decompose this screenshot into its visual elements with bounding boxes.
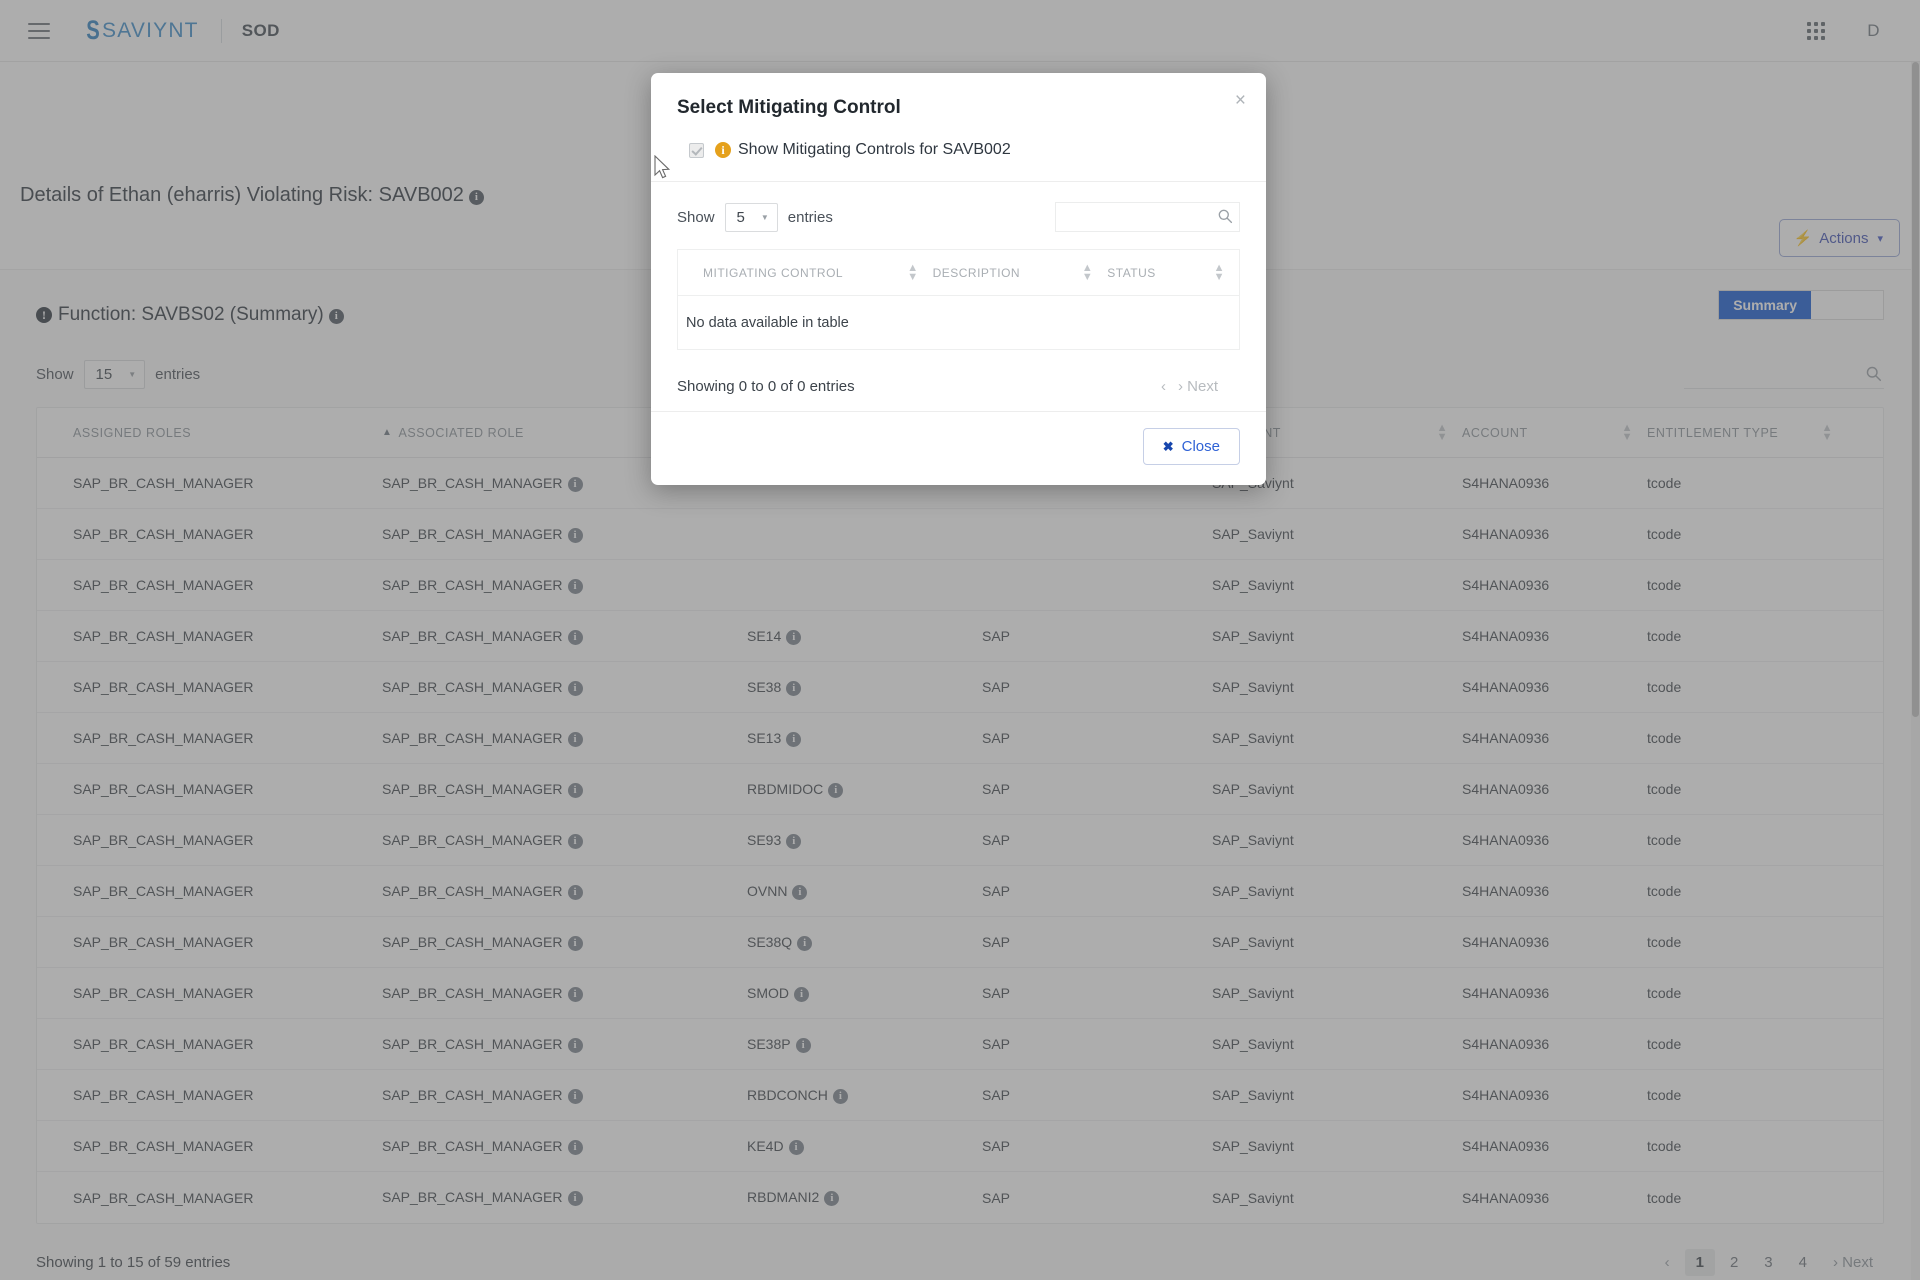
column-label: STATUS [1107,265,1156,280]
dialog-footer: ✖ Close [651,411,1266,485]
app-root: S SAVIYNT SOD D Details of Ethan (eharri… [0,0,1920,1280]
dialog-pagination: ‹ › Next [1161,378,1240,395]
dialog-table-header-row: MITIGATING CONTROL ▲ ▼ DESCRIPTION ▲ ▼ STA… [678,250,1239,296]
dialog-show-entries-control: Show 5 ▼ entries [677,202,833,232]
dialog-show-label: Show [677,208,715,226]
search-icon[interactable] [1217,208,1233,229]
dialog-page-size-select[interactable]: 5 ▼ [724,202,778,232]
info-amber-icon[interactable]: i [715,142,731,158]
column-header-status[interactable]: STATUS ▲ ▼ [1107,262,1239,282]
column-header-description[interactable]: DESCRIPTION ▲ ▼ [932,262,1108,282]
column-label: DESCRIPTION [932,265,1021,280]
dialog-search-input[interactable] [1055,202,1240,232]
mitigating-controls-table: MITIGATING CONTROL ▲ ▼ DESCRIPTION ▲ ▼ STA… [677,249,1240,350]
mouse-cursor [654,154,673,187]
checkbox-label-text: Show Mitigating Controls for SAVB002 [738,141,1011,158]
dialog-table-footer: Showing 0 to 0 of 0 entries ‹ › Next [677,378,1240,401]
chevron-down-icon: ▼ [760,212,769,222]
dialog-body: Show 5 ▼ entries MITIGATING CONTROL ▲ ▼ … [651,181,1266,411]
dialog-pagination-prev[interactable]: ‹ [1161,378,1166,395]
sort-icon[interactable]: ▲▼ [1214,262,1239,282]
dialog-showing-entries-text: Showing 0 to 0 of 0 entries [677,378,855,395]
dialog-pagination-next[interactable]: › Next [1178,378,1218,395]
column-label: MITIGATING CONTROL [703,265,844,280]
select-mitigating-control-dialog: Select Mitigating Control × i Show Mitig… [651,73,1266,485]
dialog-page-size-value: 5 [736,208,745,226]
dialog-search [1055,202,1240,232]
empty-state-message: No data available in table [686,314,849,331]
close-x-icon: ✖ [1162,438,1174,454]
column-header-mitigating-control[interactable]: MITIGATING CONTROL ▲ ▼ [678,262,933,282]
dialog-title: Select Mitigating Control [677,97,901,118]
sort-icon[interactable]: ▲▼ [1082,262,1107,282]
dialog-entries-label: entries [787,208,833,226]
close-icon[interactable]: × [1235,91,1246,110]
show-mitigating-controls-row: i Show Mitigating Controls for SAVB002 [651,127,1266,181]
checkbox-label: i Show Mitigating Controls for SAVB002 [715,141,1011,159]
close-button[interactable]: ✖ Close [1142,428,1240,465]
show-mitigating-controls-checkbox[interactable] [689,142,704,158]
dialog-pagination-next-arrow: › [1177,378,1183,395]
close-button-label: Close [1181,438,1220,455]
sort-icon[interactable]: ▲▼ [907,262,932,282]
dialog-pagination-next-label: Next [1187,378,1218,395]
dialog-header: Select Mitigating Control × [651,73,1266,127]
dialog-table-controls: Show 5 ▼ entries [677,202,1240,232]
